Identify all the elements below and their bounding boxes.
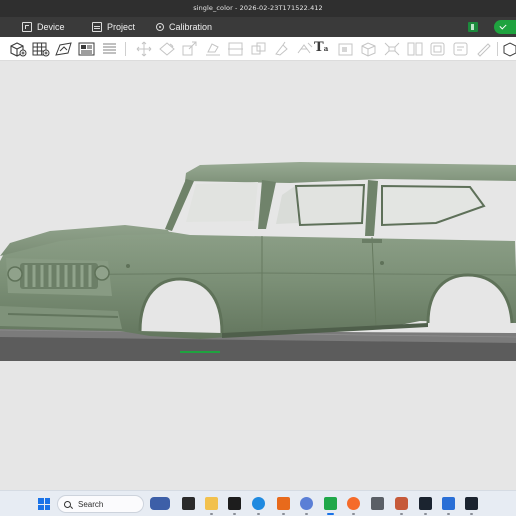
lay-on-face-icon	[206, 43, 220, 56]
start-button[interactable]	[38, 498, 50, 510]
plate-origin-mark	[180, 351, 220, 353]
move-icon	[136, 41, 152, 57]
layers-button[interactable]	[101, 41, 117, 57]
3d-viewport[interactable]	[0, 61, 516, 490]
split-parts-button[interactable]	[429, 41, 445, 57]
slice-controls	[468, 17, 516, 37]
rotate-button[interactable]	[158, 41, 175, 57]
front-window	[186, 182, 258, 222]
move-button[interactable]	[135, 41, 152, 57]
calculator-icon[interactable]	[371, 497, 384, 510]
cut-icon	[228, 42, 243, 56]
paint-supports-icon	[275, 41, 288, 56]
text-tool-button[interactable]: Ta	[314, 40, 328, 55]
emboss-icon	[338, 43, 353, 56]
device-icon	[22, 22, 32, 32]
variable-layer-button[interactable]	[452, 41, 468, 57]
search-icon	[64, 500, 71, 508]
door-handle	[362, 239, 382, 243]
windows-icon	[38, 498, 44, 504]
rear-window	[382, 186, 484, 225]
rotate-icon	[159, 42, 175, 56]
title-bar: single_color - 2026-02-23T171522.412	[0, 0, 516, 17]
task-view-icon[interactable]	[182, 497, 195, 510]
menu-device[interactable]: Device	[22, 17, 65, 37]
side-marker	[126, 264, 130, 268]
auto-orient-button[interactable]	[55, 41, 72, 57]
calibration-icon	[156, 23, 164, 31]
toolbar-separator	[125, 42, 126, 56]
project-icon	[92, 22, 102, 32]
text-tool-sub: a	[323, 44, 329, 53]
menu-device-label: Device	[37, 22, 65, 32]
emboss-button[interactable]	[337, 41, 353, 57]
layers-icon	[103, 43, 116, 54]
file-explorer-icon[interactable]	[205, 497, 218, 515]
arrange-grid-icon	[32, 42, 50, 57]
menu-bar: Device Project Calibration	[0, 17, 516, 37]
assembly-icon	[384, 42, 400, 56]
scale-button[interactable]	[181, 41, 197, 57]
main-toolbar: Ta	[0, 37, 516, 61]
boolean-icon	[251, 42, 266, 55]
plate-icon	[78, 42, 95, 56]
view-button[interactable]	[502, 41, 516, 57]
menu-calibration-label: Calibration	[169, 22, 213, 32]
widgets-icon[interactable]	[150, 497, 170, 510]
lay-on-face-button[interactable]	[204, 41, 220, 57]
b-pillar	[258, 180, 276, 229]
vent-window	[276, 186, 298, 224]
3d-model-truck-body[interactable]	[0, 61, 516, 490]
scale-icon	[182, 41, 197, 56]
variable-layer-icon	[453, 42, 468, 56]
menu-project[interactable]: Project	[92, 17, 135, 37]
truck-roof	[185, 162, 516, 183]
split-parts-icon	[430, 42, 445, 56]
boolean-button[interactable]	[250, 41, 266, 57]
auto-orient-icon	[55, 42, 72, 56]
window-title: single_color - 2026-02-23T171522.412	[193, 4, 323, 12]
add-object-button[interactable]	[9, 41, 27, 57]
seam-painting-button[interactable]	[296, 41, 313, 57]
paint-supports-button[interactable]	[273, 41, 289, 57]
split-objects-icon	[407, 42, 423, 56]
taskbar: Search	[0, 490, 516, 516]
app-icon[interactable]	[465, 497, 478, 515]
taskbar-search[interactable]: Search	[57, 495, 144, 513]
fusion-icon[interactable]	[277, 497, 290, 515]
add-object-icon	[10, 42, 27, 57]
brim-ears-icon	[477, 43, 491, 57]
app-icon[interactable]	[419, 497, 432, 515]
headlight-right	[94, 265, 110, 281]
brim-ears-button[interactable]	[475, 41, 491, 57]
door-window	[296, 185, 364, 225]
edge-icon[interactable]	[252, 497, 265, 515]
measure-button[interactable]	[360, 41, 376, 57]
bambu-studio-icon[interactable]	[324, 497, 337, 515]
settings-icon[interactable]	[300, 497, 313, 515]
measure-icon	[361, 42, 376, 57]
text-tool-icon: T	[314, 40, 324, 55]
assembly-button[interactable]	[383, 41, 400, 57]
split-objects-button[interactable]	[406, 41, 423, 57]
slice-plate-icon[interactable]	[468, 22, 478, 32]
c-pillar	[365, 180, 378, 236]
arrange-grid-button[interactable]	[32, 41, 50, 57]
headlight-left	[7, 266, 23, 282]
a-pillar	[165, 179, 194, 231]
photos-icon[interactable]	[442, 497, 455, 515]
slice-button[interactable]	[494, 20, 516, 34]
menu-project-label: Project	[107, 22, 136, 32]
app-icon[interactable]	[395, 497, 408, 515]
seam-painting-icon	[297, 42, 313, 54]
plate-button[interactable]	[78, 41, 95, 57]
toolbar-separator	[497, 42, 498, 56]
search-placeholder: Search	[78, 499, 104, 509]
cut-button[interactable]	[227, 41, 243, 57]
firefox-icon[interactable]	[347, 497, 360, 515]
terminal-icon[interactable]	[228, 497, 241, 515]
view-icon	[503, 42, 516, 57]
menu-calibration[interactable]: Calibration	[156, 17, 212, 37]
fuel-door	[380, 261, 384, 265]
